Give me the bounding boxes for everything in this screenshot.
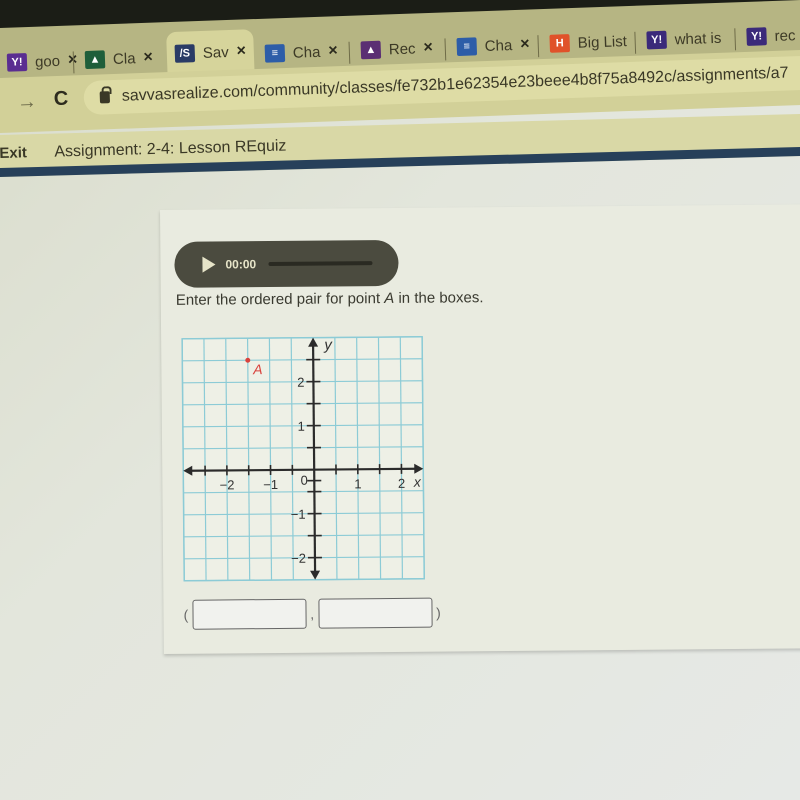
exit-button[interactable]: Exit [0, 144, 27, 162]
audio-player: 00:00 [174, 239, 399, 288]
close-paren: ) [436, 604, 441, 621]
question-prompt: Enter the ordered pair for point A in th… [176, 289, 484, 309]
x-tick-label: −2 [220, 477, 235, 492]
tab-title: Cha [484, 36, 513, 55]
y-tick-label: −2 [291, 551, 306, 566]
tab-separator [444, 38, 447, 61]
prompt-text-end: in the boxes. [394, 289, 484, 307]
tab-title: rec [774, 26, 796, 45]
point-a-marker [245, 357, 251, 363]
y-coordinate-input[interactable] [317, 597, 433, 629]
origin-label: 0 [301, 473, 308, 488]
play-icon[interactable] [202, 256, 216, 273]
x-tick-label: −1 [263, 477, 278, 492]
comma-separator: , [310, 605, 315, 622]
browser-tab[interactable]: ▲ Cla × [76, 40, 161, 77]
audio-progress-slider[interactable] [268, 261, 373, 267]
close-tab-icon[interactable]: × [328, 42, 338, 60]
x-tick-label: 1 [354, 476, 361, 491]
tab-separator [537, 35, 540, 58]
audio-time: 00:00 [225, 257, 257, 272]
tab-title: goo [34, 52, 61, 71]
open-paren: ( [183, 606, 189, 623]
savvas-icon: /S [174, 44, 196, 63]
tab-title: Cha [292, 43, 321, 62]
graph-background [181, 335, 425, 582]
question-card: 00:00 Enter the ordered pair for point A… [160, 204, 800, 654]
coordinate-plane: −2 −1 1 221−1−20 xyA [181, 335, 425, 582]
close-tab-icon[interactable]: × [143, 49, 153, 67]
x-coordinate-input[interactable] [192, 598, 307, 630]
assignment-title: Assignment: 2-4: Lesson REquiz [54, 137, 287, 161]
docs-icon: ≡ [456, 37, 478, 57]
tab-title: what is [674, 29, 722, 48]
forward-button[interactable]: → [17, 91, 38, 115]
close-tab-icon[interactable]: × [423, 39, 433, 57]
y-tick-label: 1 [298, 419, 305, 434]
close-tab-icon[interactable]: × [236, 42, 246, 60]
tab-title: Cla [112, 49, 136, 68]
ordered-pair-answer: ( , ) [183, 597, 441, 630]
close-tab-icon[interactable]: × [520, 35, 530, 53]
reload-button[interactable]: C [53, 88, 68, 111]
classroom-icon: ▲ [360, 40, 382, 60]
h-icon: H [549, 34, 571, 53]
docs-icon: ≡ [264, 44, 286, 63]
tab-title: Rec [388, 39, 416, 58]
y-tick-label: −1 [291, 507, 306, 522]
x-axis-label: x [413, 474, 422, 490]
point-a-label: A [252, 361, 262, 377]
tab-separator [734, 28, 737, 51]
url-text: savvasrealize.com/community/classes/fe73… [121, 64, 789, 105]
browser-tab[interactable]: Y! rec [738, 18, 800, 54]
y-tick-label: 2 [297, 375, 304, 390]
tab-title: Big List [577, 32, 628, 52]
tab-separator [348, 41, 351, 64]
tab-title: Sav [202, 43, 229, 62]
classroom-icon: ▲ [84, 50, 106, 70]
yahoo-icon: Y! [646, 30, 667, 50]
prompt-text-start: Enter the ordered pair for point [175, 290, 385, 309]
yahoo-icon: Y! [6, 53, 28, 72]
x-tick-label: 2 [398, 476, 405, 491]
tab-separator [634, 31, 637, 54]
lock-icon [99, 91, 111, 104]
yahoo-icon: Y! [746, 27, 767, 46]
